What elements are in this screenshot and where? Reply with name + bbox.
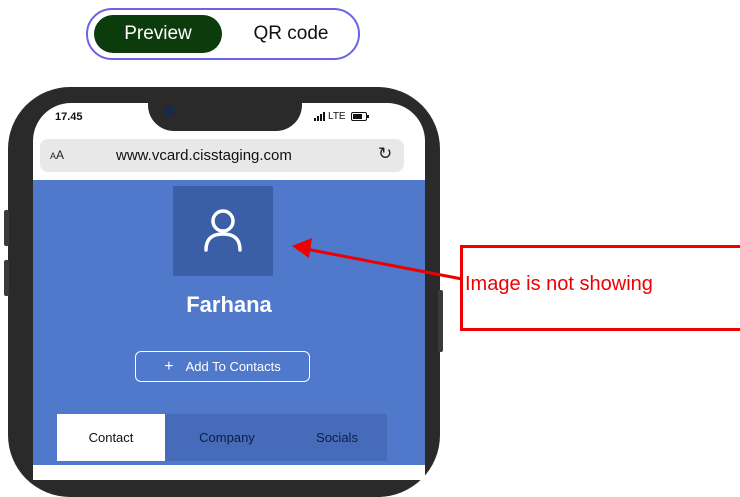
arrow-icon	[292, 238, 463, 281]
annotation-text: Image is not showing	[465, 273, 653, 295]
